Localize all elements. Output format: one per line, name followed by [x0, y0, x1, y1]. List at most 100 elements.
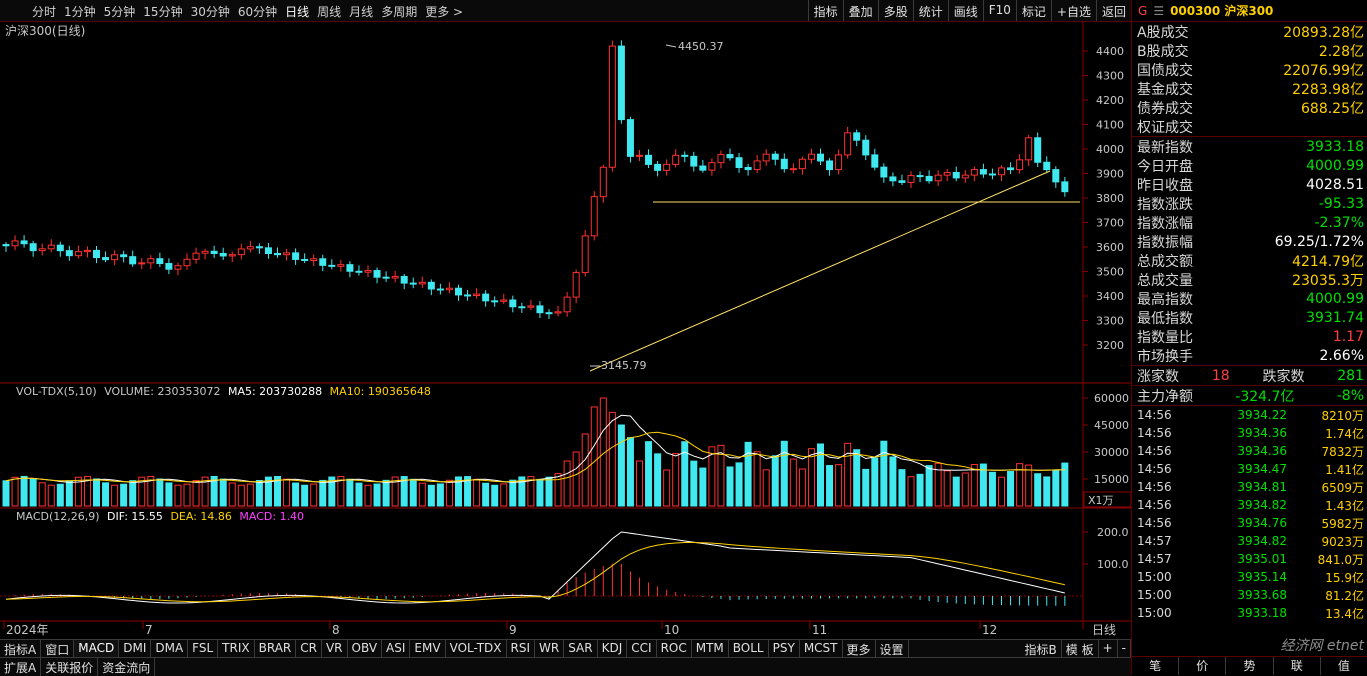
- macd-histogram: [14, 563, 1066, 606]
- price-axis: 4400 4300 4200 4100 4000 3900 3800 3700 3600 3500…: [1083, 45, 1124, 352]
- volume-axis: 60000 45000 30000 15000: [1083, 392, 1129, 486]
- quote-tab[interactable]: 笔: [1132, 657, 1180, 675]
- indicator-tab[interactable]: MACD: [74, 640, 120, 658]
- indicator-control[interactable]: 指标B: [1021, 640, 1062, 658]
- indicator-tab[interactable]: BRAR: [255, 640, 297, 658]
- quote-tabs: 笔价势联值: [1132, 656, 1367, 675]
- tool-button[interactable]: 返回: [1095, 0, 1131, 21]
- indicator-tab[interactable]: MTM: [692, 640, 729, 658]
- indicator-tab[interactable]: PSY: [769, 640, 800, 658]
- tick-row: 14:56 3934.82 1.43亿: [1137, 498, 1364, 513]
- quote-tab[interactable]: 价: [1179, 657, 1227, 675]
- period-tab[interactable]: 30分钟: [187, 3, 234, 20]
- chart-tools: 指标 叠加 多股 统计 画线 F10 标记 +自选 返回: [807, 0, 1131, 21]
- index-row: 今日开盘 4000.99: [1137, 157, 1364, 175]
- chart-area[interactable]: 沪深300(日线) 4400 4300 4200 4100 4000 3900 3800 37…: [0, 21, 1132, 651]
- indicator-control[interactable]: -: [1118, 640, 1131, 658]
- indicator-tabs: 指标A 窗口 MACD DMI DMA FSL TRIX BRAR CR VR OBV ASI EMV V…: [0, 639, 1131, 658]
- period-tab[interactable]: 周线: [313, 3, 345, 20]
- period-tab[interactable]: 多周期: [377, 3, 421, 20]
- tool-button[interactable]: 叠加: [842, 0, 878, 21]
- tool-button[interactable]: 标记: [1015, 0, 1051, 21]
- quote-tab[interactable]: 势: [1226, 657, 1274, 675]
- menu-icon[interactable]: ☰: [1153, 4, 1164, 18]
- tick-row: 14:56 3934.76 5982万: [1137, 516, 1364, 531]
- period-tab[interactable]: 更多 >: [421, 3, 467, 20]
- index-row: 总成交额 4214.79亿: [1137, 253, 1364, 270]
- kline-chart[interactable]: 沪深300(日线) 4400 4300 4200 4100 4000 3900 3800 37…: [0, 21, 1132, 639]
- main-chart-title: 沪深300(日线): [5, 24, 85, 38]
- period-tab[interactable]: 分时: [28, 3, 60, 20]
- period-tab[interactable]: 月线: [345, 3, 377, 20]
- indicator-tab[interactable]: RSI: [507, 640, 536, 658]
- candles: [2, 40, 1069, 319]
- period-tabs: 分时 1分钟 5分钟 15分钟 30分钟 60分钟 日线 周线 月线 多周期 更多 >: [28, 3, 467, 20]
- tool-button[interactable]: F10: [982, 0, 1016, 21]
- indicator-tab[interactable]: KDJ: [598, 640, 628, 658]
- quote-tab[interactable]: 值: [1321, 657, 1367, 675]
- index-row: 昨日收盘 4028.51: [1137, 176, 1364, 194]
- date-tick: 11: [812, 623, 827, 637]
- indicator-tab[interactable]: WR: [535, 640, 565, 658]
- indicator-tab[interactable]: OBV: [348, 640, 383, 658]
- price-tick: 3400: [1096, 290, 1124, 303]
- tool-button[interactable]: 指标: [807, 0, 843, 21]
- indicator-tab[interactable]: CR: [296, 640, 322, 658]
- vol-ma10-line: [5, 431, 1065, 483]
- period-tab[interactable]: 15分钟: [139, 3, 186, 20]
- tool-button[interactable]: +自选: [1050, 0, 1096, 21]
- date-axis: 2024年 7 8 9 10 11 12: [3, 621, 997, 637]
- indicator-tab[interactable]: SAR: [564, 640, 598, 658]
- vol-unit: X1万: [1088, 494, 1114, 507]
- price-tick: 4000: [1096, 143, 1124, 156]
- indicator-tab[interactable]: 指标A: [0, 640, 42, 658]
- tool-button[interactable]: 画线: [947, 0, 983, 21]
- indicator-tab[interactable]: ROC: [657, 640, 692, 658]
- indicator-tab[interactable]: ASI: [382, 640, 411, 658]
- turnover-row: B股成交 2.28亿: [1137, 43, 1364, 60]
- tool-button[interactable]: 统计: [912, 0, 948, 21]
- tick-row: 14:56 3934.36 1.74亿: [1137, 426, 1364, 441]
- price-tick: 3800: [1096, 192, 1124, 205]
- indicator-tab[interactable]: BOLL: [729, 640, 769, 658]
- turnover-row: 国债成交 22076.99亿: [1137, 62, 1364, 79]
- indicator-tab[interactable]: 更多: [843, 640, 876, 658]
- price-tick: 4300: [1096, 70, 1124, 83]
- indicator-control[interactable]: +: [1099, 640, 1118, 658]
- indicator-control[interactable]: 模 板: [1062, 640, 1099, 658]
- extension-tab[interactable]: 关联报价: [41, 658, 99, 676]
- indicator-tab[interactable]: 窗口: [41, 640, 75, 658]
- turnover-row: A股成交 20893.28亿: [1137, 24, 1364, 41]
- indicator-tab[interactable]: DMA: [151, 640, 189, 658]
- trend-line[interactable]: [589, 170, 1051, 372]
- date-tick: 7: [145, 623, 153, 637]
- period-tab[interactable]: 日线: [281, 3, 313, 20]
- updown-row: 涨家数 18 跌家数 281: [1137, 367, 1364, 385]
- tool-button[interactable]: 多股: [877, 0, 913, 21]
- indicator-tab[interactable]: 设置: [876, 640, 909, 658]
- quote-tab[interactable]: 联: [1274, 657, 1321, 675]
- indicator-tab[interactable]: DMI: [119, 640, 152, 658]
- indicator-tab[interactable]: MCST: [800, 640, 843, 658]
- indicator-tab[interactable]: VR: [322, 640, 348, 658]
- period-toolbar: 分时 1分钟 5分钟 15分钟 30分钟 60分钟 日线 周线 月线 多周期 更多 > 指标 叠加 多股…: [0, 0, 1131, 22]
- period-tab[interactable]: 1分钟: [60, 3, 100, 20]
- price-tick: 3300: [1096, 315, 1124, 328]
- extension-tab[interactable]: 扩展A: [0, 658, 42, 676]
- tick-row: 14:56 3934.47 1.41亿: [1137, 462, 1364, 477]
- date-tick: 10: [664, 623, 679, 637]
- period-tab[interactable]: 60分钟: [234, 3, 281, 20]
- indicator-tab[interactable]: FSL: [188, 640, 219, 658]
- indicator-tab[interactable]: VOL-TDX: [446, 640, 507, 658]
- tick-row: 14:56 3934.22 8210万: [1137, 408, 1364, 423]
- period-tab[interactable]: 5分钟: [100, 3, 140, 20]
- extension-tab[interactable]: 资金流向: [98, 658, 156, 676]
- price-tick: 3700: [1096, 217, 1124, 230]
- indicator-tab[interactable]: EMV: [410, 640, 446, 658]
- indicator-tab[interactable]: CCI: [627, 640, 657, 658]
- indicator-tab[interactable]: TRIX: [218, 640, 255, 658]
- price-tick: 3600: [1096, 241, 1124, 254]
- date-tick: 2024年: [6, 623, 49, 637]
- market-flag[interactable]: G: [1138, 4, 1147, 18]
